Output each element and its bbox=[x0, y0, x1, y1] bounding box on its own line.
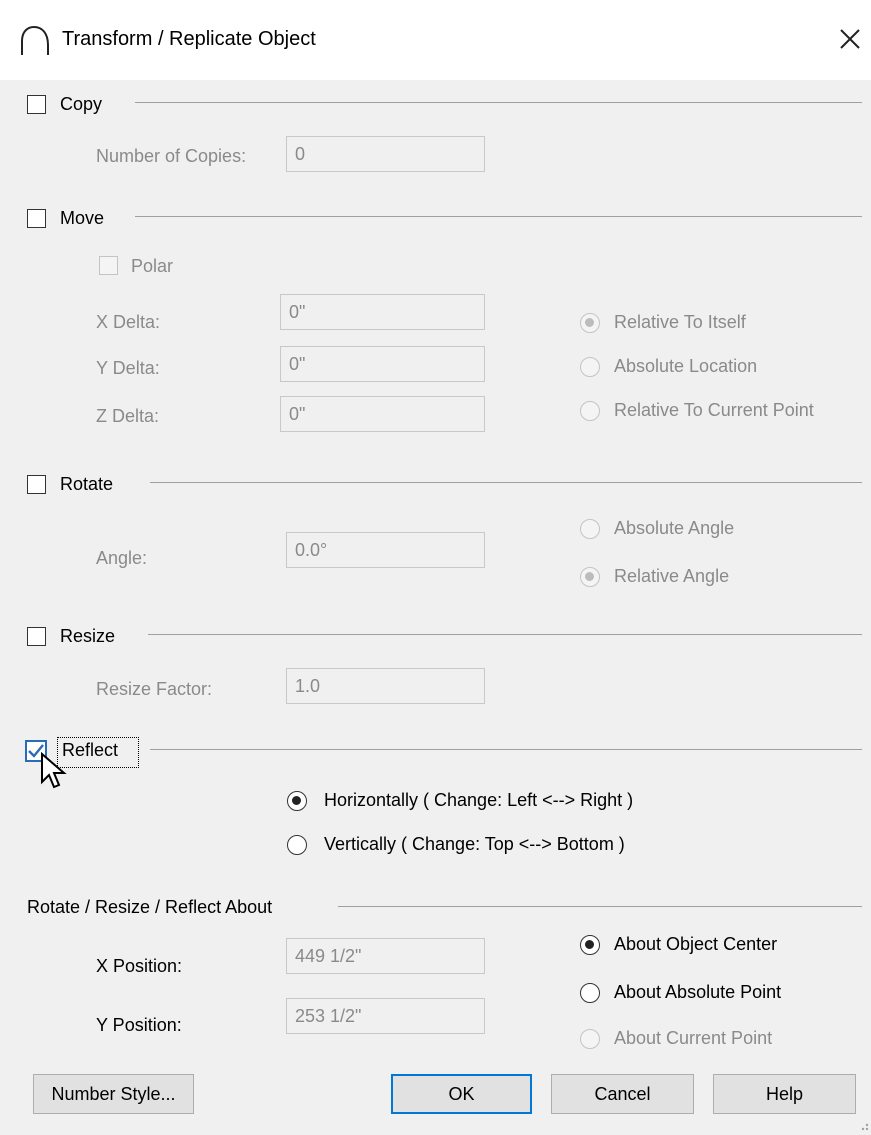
rotate-separator bbox=[150, 482, 862, 483]
about-section-label: Rotate / Resize / Reflect About bbox=[27, 897, 273, 917]
polar-checkbox[interactable] bbox=[99, 256, 118, 275]
z-delta-field[interactable]: 0" bbox=[280, 396, 485, 432]
polar-label: Polar bbox=[131, 256, 174, 276]
relative-angle-radio[interactable] bbox=[580, 567, 600, 587]
relative-to-itself-radio[interactable] bbox=[580, 313, 600, 333]
number-of-copies-field[interactable]: 0 bbox=[286, 136, 485, 172]
number-of-copies-label: Number of Copies: bbox=[96, 146, 247, 166]
x-delta-label: X Delta: bbox=[96, 312, 161, 332]
radio-selected-dot bbox=[585, 940, 594, 949]
vertically-label: Vertically ( Change: Top <--> Bottom ) bbox=[324, 834, 625, 854]
copy-checkbox[interactable] bbox=[27, 95, 46, 114]
close-icon[interactable] bbox=[835, 24, 865, 54]
about-current-point-label: About Current Point bbox=[614, 1028, 773, 1048]
z-delta-label: Z Delta: bbox=[96, 406, 160, 426]
about-separator bbox=[338, 906, 862, 907]
absolute-angle-label: Absolute Angle bbox=[614, 518, 735, 538]
number-style-button[interactable]: Number Style... bbox=[33, 1074, 194, 1114]
cancel-button[interactable]: Cancel bbox=[551, 1074, 694, 1114]
absolute-location-radio[interactable] bbox=[580, 357, 600, 377]
rotate-label: Rotate bbox=[60, 474, 114, 494]
resize-factor-label: Resize Factor: bbox=[96, 679, 213, 699]
help-button[interactable]: Help bbox=[713, 1074, 856, 1114]
ok-button[interactable]: OK bbox=[391, 1074, 532, 1114]
about-absolute-point-radio[interactable] bbox=[580, 983, 600, 1003]
relative-to-current-point-label: Relative To Current Point bbox=[614, 400, 814, 420]
y-delta-field[interactable]: 0" bbox=[280, 346, 485, 382]
copy-label: Copy bbox=[60, 94, 103, 114]
resize-checkbox[interactable] bbox=[27, 627, 46, 646]
absolute-location-label: Absolute Location bbox=[614, 356, 758, 376]
radio-selected-dot bbox=[585, 318, 594, 327]
x-delta-field[interactable]: 0" bbox=[280, 294, 485, 330]
copy-separator bbox=[135, 102, 862, 103]
x-position-field[interactable]: 449 1/2" bbox=[286, 938, 485, 974]
resize-separator bbox=[148, 634, 862, 635]
move-separator bbox=[135, 216, 862, 217]
move-label: Move bbox=[60, 208, 105, 228]
y-position-label: Y Position: bbox=[96, 1015, 182, 1035]
relative-to-itself-label: Relative To Itself bbox=[614, 312, 746, 332]
window-title: Transform / Replicate Object bbox=[62, 28, 316, 50]
app-arch-icon bbox=[21, 25, 49, 55]
about-current-point-radio[interactable] bbox=[580, 1029, 600, 1049]
about-object-center-radio[interactable] bbox=[580, 935, 600, 955]
absolute-angle-radio[interactable] bbox=[580, 519, 600, 539]
resize-factor-field[interactable]: 1.0 bbox=[286, 668, 485, 704]
relative-angle-label: Relative Angle bbox=[614, 566, 730, 586]
about-object-center-label: About Object Center bbox=[614, 934, 778, 954]
x-position-label: X Position: bbox=[96, 956, 183, 976]
angle-field[interactable]: 0.0° bbox=[286, 532, 485, 568]
about-absolute-point-label: About Absolute Point bbox=[614, 982, 782, 1002]
relative-to-current-point-radio[interactable] bbox=[580, 401, 600, 421]
horizontally-label: Horizontally ( Change: Left <--> Right ) bbox=[324, 790, 634, 810]
resize-grip-icon[interactable] bbox=[856, 1118, 870, 1132]
horizontally-radio[interactable] bbox=[287, 791, 307, 811]
y-delta-label: Y Delta: bbox=[96, 358, 160, 378]
y-position-field[interactable]: 253 1/2" bbox=[286, 998, 485, 1034]
rotate-checkbox[interactable] bbox=[27, 475, 46, 494]
mouse-cursor-icon bbox=[41, 752, 67, 789]
vertically-radio[interactable] bbox=[287, 835, 307, 855]
radio-selected-dot bbox=[292, 796, 301, 805]
resize-label: Resize bbox=[60, 626, 116, 646]
angle-label: Angle: bbox=[96, 548, 148, 568]
radio-selected-dot bbox=[585, 572, 594, 581]
move-checkbox[interactable] bbox=[27, 209, 46, 228]
reflect-separator bbox=[150, 749, 862, 750]
